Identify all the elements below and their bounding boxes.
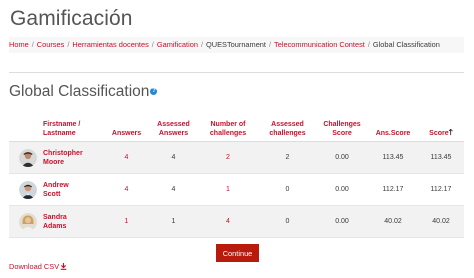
avatar-cell: [9, 173, 43, 206]
avatar-column-header: [9, 107, 43, 142]
header-name[interactable]: Firstname / Lastname: [43, 107, 103, 142]
header-assessed-challenges[interactable]: Assessed challenges: [259, 107, 316, 142]
breadcrumb-herramientas[interactable]: Herramientas docentes: [72, 40, 148, 49]
header-score[interactable]: Score🡑: [418, 107, 464, 142]
breadcrumb-home[interactable]: Home: [9, 40, 29, 49]
user-name[interactable]: Andrew Scott: [43, 173, 103, 206]
breadcrumb-separator: /: [200, 40, 203, 49]
download-csv-label: Download CSV: [9, 262, 60, 271]
breadcrumb-separator: /: [268, 40, 272, 49]
breadcrumb-separator: /: [67, 40, 70, 49]
score-cell: 112.17: [418, 173, 464, 206]
table-header-row: Firstname / Lastname Answers Assessed An…: [9, 107, 464, 142]
score-cell: 113.45: [418, 141, 464, 174]
ans-score-cell: 113.45: [368, 141, 418, 174]
assessed-answers-cell: 4: [150, 141, 197, 174]
breadcrumb-separator: /: [151, 40, 154, 49]
classification-table: Firstname / Lastname Answers Assessed An…: [9, 107, 464, 238]
table-row: Sandra Adams 1 1 4 0 0.00 40.02 40.02: [9, 205, 464, 238]
challenges-cell[interactable]: 1: [197, 173, 259, 206]
avatar: [19, 212, 37, 231]
avatar-cell: [9, 205, 43, 238]
breadcrumb-questournament: QUESTournament: [206, 40, 266, 49]
breadcrumb-current: Global Classification: [372, 40, 440, 49]
challenges-score-cell: 0.00: [316, 205, 368, 238]
avatar: [19, 148, 37, 167]
question-circle-icon[interactable]: ?: [150, 88, 158, 96]
continue-button[interactable]: Continue: [216, 244, 259, 262]
header-challenges-score[interactable]: Challenges Score: [316, 107, 368, 142]
challenges-cell[interactable]: 2: [197, 141, 259, 174]
avatar: [19, 180, 37, 199]
page-title: Gamificación: [10, 7, 133, 30]
header-assessed-answers[interactable]: Assessed Answers: [150, 107, 197, 142]
ans-score-cell: 40.02: [368, 205, 418, 238]
table-row: Andrew Scott 4 4 1 0 0.00 112.17 112.17: [9, 173, 464, 206]
table-row: Christopher Moore 4 4 2 2 0.00 113.45 113…: [9, 141, 464, 174]
assessed-answers-cell: 1: [150, 205, 197, 238]
section-title-text: Global Classification: [9, 83, 150, 100]
avatar-cell: [9, 141, 43, 174]
challenges-score-cell: 0.00: [316, 173, 368, 206]
user-name[interactable]: Sandra Adams: [43, 205, 103, 238]
score-cell: 40.02: [418, 205, 464, 238]
divider: [9, 72, 464, 73]
assessed-challenges-cell: 0: [259, 173, 316, 206]
breadcrumb-separator: /: [31, 40, 34, 49]
header-ans-score[interactable]: Ans.Score: [368, 107, 418, 142]
answers-cell[interactable]: 4: [103, 173, 150, 206]
assessed-challenges-cell: 0: [259, 205, 316, 238]
header-score-label: Score: [429, 130, 449, 137]
ans-score-cell: 112.17: [368, 173, 418, 206]
breadcrumb-courses[interactable]: Courses: [37, 40, 65, 49]
breadcrumb-separator: /: [367, 40, 370, 49]
section-title: Global Classification?: [9, 83, 158, 101]
download-icon: [60, 263, 67, 270]
challenges-score-cell: 0.00: [316, 141, 368, 174]
sort-arrow-up-icon: 🡑: [448, 128, 453, 137]
assessed-challenges-cell: 2: [259, 141, 316, 174]
breadcrumb-contest[interactable]: Telecommunication Contest: [274, 40, 365, 49]
assessed-answers-cell: 4: [150, 173, 197, 206]
breadcrumb-gamification[interactable]: Gamification: [157, 40, 198, 49]
download-csv-link[interactable]: Download CSV: [9, 262, 67, 271]
user-name[interactable]: Christopher Moore: [43, 141, 103, 174]
header-number-of-challenges[interactable]: Number of challenges: [197, 107, 259, 142]
header-answers[interactable]: Answers: [103, 107, 150, 142]
answers-cell[interactable]: 1: [103, 205, 150, 238]
challenges-cell[interactable]: 4: [197, 205, 259, 238]
answers-cell[interactable]: 4: [103, 141, 150, 174]
breadcrumb: Home / Courses / Herramientas docentes / Gamif…: [9, 37, 464, 53]
